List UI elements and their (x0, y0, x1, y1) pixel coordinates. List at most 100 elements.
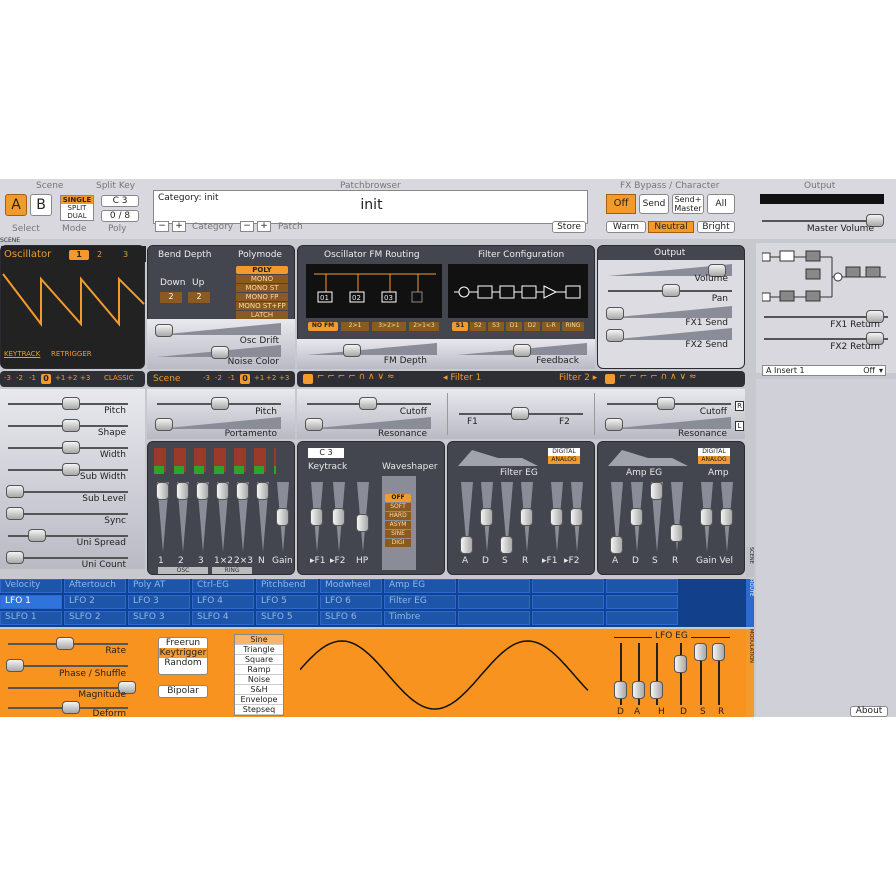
mod-source-1-5[interactable]: LFO 6 (320, 595, 382, 609)
osc-3-button[interactable]: 3 (123, 250, 128, 259)
osc-1-button[interactable]: 1 (69, 250, 89, 260)
osc-sync-slider[interactable] (6, 507, 24, 520)
amp-eg-sliders-knob-3[interactable] (670, 524, 683, 542)
osc-unicount-slider[interactable] (6, 551, 24, 564)
keytrack-toggle[interactable]: KEYTRACK (4, 350, 40, 358)
mod-source-0-7[interactable] (458, 579, 530, 593)
keytrack-root-field[interactable]: C 3 (308, 448, 344, 458)
mod-source-0-8[interactable] (532, 579, 604, 593)
osc-unispread-slider[interactable] (28, 529, 46, 542)
mod-source-2-8[interactable] (532, 611, 604, 625)
portamento-slider[interactable] (155, 418, 173, 431)
mixer-sliders-knob-1[interactable] (176, 482, 189, 500)
bend-down-field[interactable]: 2 (160, 292, 182, 303)
lfo-eg-knob-5[interactable] (712, 643, 725, 661)
mode-dual[interactable]: DUAL (61, 212, 93, 220)
polymode-list[interactable]: POLY MONO MONO ST MONO FP MONO ST+FP LAT… (236, 266, 288, 319)
amp-eg-sliders-knob-0[interactable] (610, 536, 623, 554)
split-key-field[interactable]: C 3 (101, 195, 139, 207)
osc-2-button[interactable]: 2 (97, 250, 102, 259)
filter-config-display[interactable] (448, 264, 588, 318)
mixer-sliders-knob-5[interactable] (256, 482, 269, 500)
mod-source-1-2[interactable]: LFO 3 (128, 595, 190, 609)
osc-type-select[interactable]: CLASSIC (104, 374, 134, 382)
scene-a-button[interactable]: A (5, 194, 27, 216)
mod-source-0-2[interactable]: Poly AT (128, 579, 190, 593)
mod-source-0-6[interactable]: Amp EG (384, 579, 456, 593)
filter1-title[interactable]: ◂ Filter 1 (443, 373, 481, 383)
lfo-eg-knob-3[interactable] (674, 655, 687, 673)
mod-source-2-9[interactable] (606, 611, 678, 625)
scene-b-button[interactable]: B (30, 194, 52, 216)
retrigger-toggle[interactable]: RETRIGGER (51, 350, 92, 358)
lfo-bipolar-button[interactable]: Bipolar (158, 685, 208, 698)
mod-source-2-5[interactable]: SLFO 6 (320, 611, 382, 625)
mod-source-0-1[interactable]: Aftertouch (64, 579, 126, 593)
filter-eg-sliders-knob-1[interactable] (480, 508, 493, 526)
fx-send-button[interactable]: Send (639, 194, 669, 214)
mod-source-0-0[interactable]: Velocity (0, 579, 62, 593)
fm-depth-slider[interactable] (343, 344, 361, 357)
patch-browser[interactable]: Category: init init (153, 190, 588, 224)
char-neutral-button[interactable]: Neutral (648, 221, 694, 233)
fm-routing-display[interactable] (306, 264, 442, 318)
lfo-phase-slider[interactable] (6, 659, 24, 672)
amp-eg-sliders-knob-5[interactable] (720, 508, 733, 526)
bend-up-field[interactable]: 2 (188, 292, 210, 303)
fx-off-button[interactable]: Off (606, 194, 636, 214)
mixer-sliders-knob-6[interactable] (276, 508, 289, 526)
filter-eg-sliders-knob-0[interactable] (460, 536, 473, 554)
mod-source-2-6[interactable]: Timbre (384, 611, 456, 625)
mod-source-2-4[interactable]: SLFO 5 (256, 611, 318, 625)
mode-split[interactable]: SPLIT (61, 204, 93, 212)
fx1-send-slider[interactable] (606, 307, 624, 320)
mod-source-1-0[interactable]: LFO 1 (0, 595, 62, 609)
mod-source-0-9[interactable] (606, 579, 678, 593)
patch-prev-button[interactable]: − (240, 221, 254, 232)
mixer-sliders-knob-4[interactable] (236, 482, 249, 500)
filter-balance-slider[interactable] (511, 407, 529, 420)
mod-source-1-8[interactable] (532, 595, 604, 609)
mode-single[interactable]: SINGLE (61, 196, 93, 204)
filter-eg-sliders-knob-3[interactable] (520, 508, 533, 526)
fx2-send-slider[interactable] (606, 329, 624, 342)
mod-source-2-2[interactable]: SLFO 3 (128, 611, 190, 625)
mod-source-0-4[interactable]: Pitchbend (256, 579, 318, 593)
mod-source-0-5[interactable]: Modwheel (320, 579, 382, 593)
amp-eg-sliders-knob-4[interactable] (700, 508, 713, 526)
mod-source-1-3[interactable]: LFO 4 (192, 595, 254, 609)
mod-source-1-4[interactable]: LFO 5 (256, 595, 318, 609)
osc-drift-slider[interactable] (155, 324, 173, 337)
side-tag-route[interactable]: ROUTE (746, 579, 754, 627)
side-tag-modulation[interactable]: MODULATION (746, 629, 754, 717)
mod-source-0-3[interactable]: Ctrl-EG (192, 579, 254, 593)
mixer-sliders-knob-2[interactable] (196, 482, 209, 500)
osc-sublevel-slider[interactable] (6, 485, 24, 498)
char-bright-button[interactable]: Bright (697, 221, 735, 233)
filter-eg-sliders-knob-4[interactable] (550, 508, 563, 526)
mod-source-1-7[interactable] (458, 595, 530, 609)
category-prev-button[interactable]: − (155, 221, 169, 232)
lfo-trigger-group[interactable]: Freerun Keytrigger Random (158, 637, 208, 675)
store-button[interactable]: Store (552, 221, 586, 233)
filter2-title[interactable]: Filter 2 ▸ (559, 373, 597, 383)
side-tag-scene[interactable]: SCENE (746, 547, 754, 577)
mod-source-1-1[interactable]: LFO 2 (64, 595, 126, 609)
lfo-eg-knob-1[interactable] (632, 681, 645, 699)
keytrack-sliders-knob-1[interactable] (332, 508, 345, 526)
mod-source-1-6[interactable]: Filter EG (384, 595, 456, 609)
lfo-eg-knob-0[interactable] (614, 681, 627, 699)
mod-source-2-1[interactable]: SLFO 2 (64, 611, 126, 625)
amp-eg-sliders-knob-2[interactable] (650, 482, 663, 500)
char-warm-button[interactable]: Warm (606, 221, 646, 233)
mixer-sliders-knob-3[interactable] (216, 482, 229, 500)
insert-selector[interactable]: A Insert 1 Off ▾ (762, 365, 886, 376)
keytrack-sliders-knob-0[interactable] (310, 508, 323, 526)
mod-source-1-9[interactable] (606, 595, 678, 609)
mixer-sliders-knob-0[interactable] (156, 482, 169, 500)
category-next-button[interactable]: + (172, 221, 186, 232)
filter-eg-sliders-knob-5[interactable] (570, 508, 583, 526)
amp-eg-sliders-knob-1[interactable] (630, 508, 643, 526)
fx-all-button[interactable]: All (707, 194, 735, 214)
fx-send-master-button[interactable]: Send+ Master (672, 194, 704, 214)
